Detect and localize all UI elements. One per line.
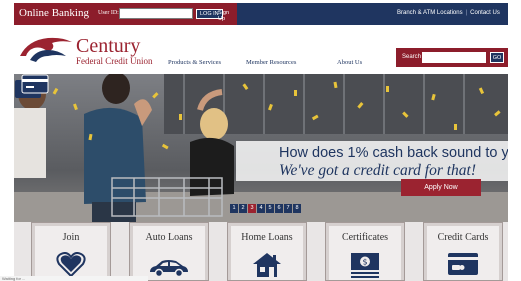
tile-label: Join [62,232,80,243]
tile-background: Auto Loans [133,226,205,280]
browser-status-bar: Waiting for ... [0,276,148,281]
slide-dot[interactable]: 6 [275,204,283,213]
slide-dot[interactable]: 4 [257,204,265,213]
promo-headline: How does 1% cash back sound to you? [279,145,508,161]
nav-member-resources[interactable]: Member Resources [246,59,296,66]
search-label: Search [402,54,422,60]
sign-up-link[interactable]: Sign Up [218,10,237,22]
branch-atm-link[interactable]: Branch & ATM Locations [397,10,463,16]
tile-auto-loans[interactable]: Auto Loans [129,222,209,281]
tile-label: Credit Cards [437,232,489,243]
car-icon [150,260,188,278]
online-banking-title: Online Banking [19,7,89,19]
nav-products-services[interactable]: Products & Services [168,59,221,66]
tile-certificates[interactable]: Certificates $ [325,222,405,281]
online-banking-login: Online Banking User ID: LOG IN Sign Up [14,3,237,25]
slide-dot[interactable]: 5 [266,204,274,213]
tile-label: Certificates [341,232,389,243]
search-input[interactable] [422,52,486,63]
contact-us-link[interactable]: Contact Us [470,10,500,16]
heart-icon [56,252,86,278]
slide-dot[interactable]: 7 [284,204,292,213]
tile-credit-cards[interactable]: Credit Cards [423,222,503,281]
logo-mark-icon[interactable] [18,34,74,64]
slide-dot[interactable]: 8 [293,204,301,213]
tile-join[interactable]: Join [31,222,111,281]
apply-now-button[interactable]: Apply Now [401,179,481,196]
hero-banner[interactable]: How does 1% cash back sound to you? We'v… [14,74,508,235]
tile-background: Join [35,226,107,280]
credit-card-icon [448,253,478,275]
search-go-button[interactable]: GO [490,52,504,63]
tile-label: Auto Loans [145,232,193,243]
user-id-label: User ID: [98,10,119,16]
credit-card-promo-icon [15,74,49,98]
promo-subheadline: We've got a credit card for that! [279,162,477,179]
slide-dot[interactable]: 2 [239,204,247,213]
brand-subtitle: Federal Credit Union [76,56,153,66]
top-bar: Online Banking User ID: LOG IN Sign Up B… [14,3,508,25]
divider: | [465,10,468,16]
user-id-input[interactable] [119,8,193,19]
slide-pager: 12345678 [230,204,301,213]
tile-background: Certificates $ [329,226,401,280]
slide-dot[interactable]: 1 [230,204,238,213]
svg-text:$: $ [362,258,367,267]
tile-background: Home Loans [231,226,303,280]
search-box: Search GO [396,48,508,67]
tile-label: Home Loans [241,232,293,243]
money-icon: $ [351,253,379,278]
brand-name[interactable]: Century [76,35,140,58]
house-icon [253,253,281,277]
utility-links: Branch & ATM Locations | Contact Us [397,10,500,16]
tile-background: Credit Cards [427,226,499,280]
tile-home-loans[interactable]: Home Loans [227,222,307,281]
nav-about-us[interactable]: About Us [337,59,362,66]
slide-dot[interactable]: 3 [248,204,256,213]
